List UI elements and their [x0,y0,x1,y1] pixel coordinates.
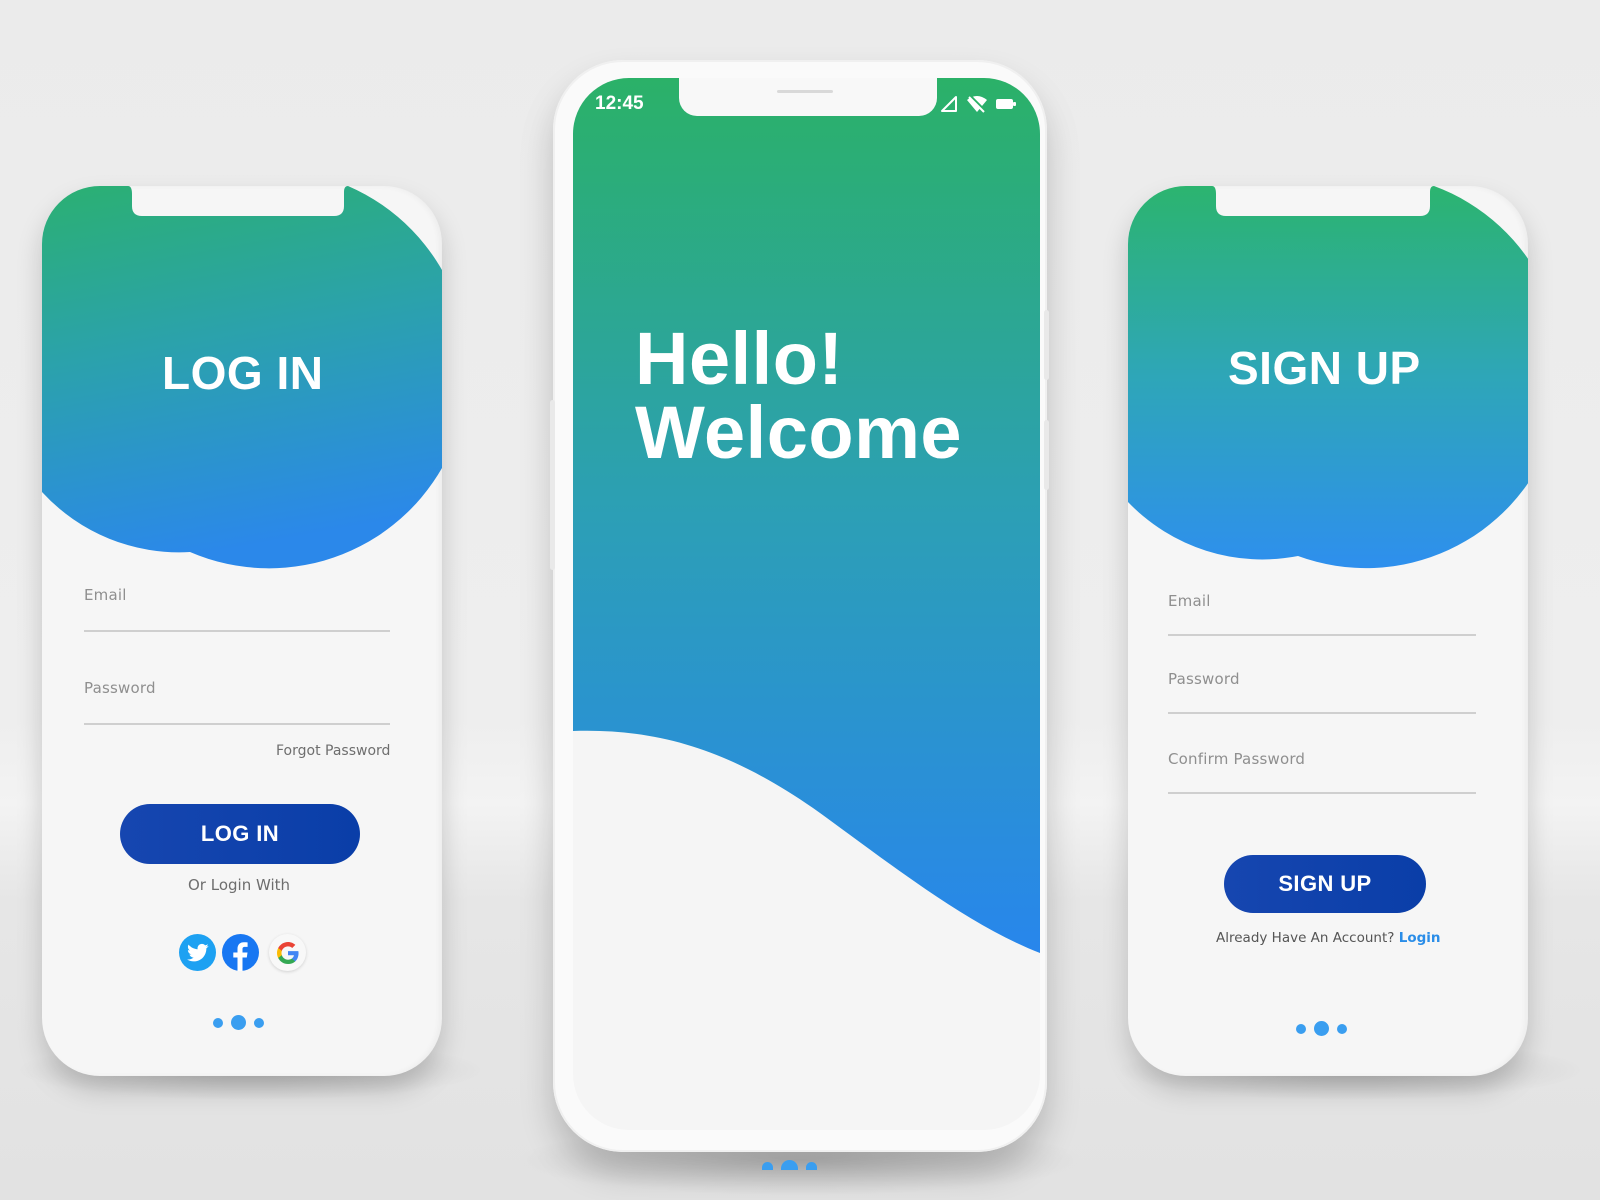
signup-page-indicator [1296,1021,1347,1036]
password-underline [1168,712,1476,714]
phone-notch [679,78,937,116]
page-dot[interactable] [762,1162,773,1170]
password-label: Password [84,679,156,697]
password-field[interactable]: Password [84,679,390,725]
email-field[interactable]: Email [1168,592,1476,636]
speaker-grille [777,90,833,93]
email-field[interactable]: Email [84,586,390,632]
facebook-icon [233,942,248,971]
twitter-icon [186,943,209,961]
google-icon [276,941,299,964]
confirm-password-underline [1168,792,1476,794]
page-dot-active[interactable] [781,1160,798,1170]
welcome-page-indicator [762,1160,817,1170]
status-time: 12:45 [595,93,644,114]
confirm-password-label: Confirm Password [1168,750,1306,768]
signal-icon [941,96,957,112]
volume-button [1044,420,1049,490]
facebook-login-button[interactable] [222,934,259,971]
social-login-row [179,934,306,971]
welcome-hero-shape [573,78,1040,953]
page-dot[interactable] [213,1017,223,1028]
login-button[interactable]: LOG IN [120,804,360,864]
battery-icon [996,99,1016,109]
page-dot[interactable] [806,1162,817,1170]
signup-button[interactable]: SIGN UP [1224,855,1426,913]
forgot-password-link[interactable]: Forgot Password [276,743,390,759]
headline-line-welcome: Welcome [635,391,963,474]
power-button [1044,310,1049,380]
headline-line-hello: Hello! [635,317,844,400]
password-label: Password [1168,670,1240,688]
password-underline [84,723,390,725]
email-label: Email [1168,592,1211,610]
login-phone: LOG IN Email Password Forgot Password LO… [42,186,442,1076]
email-underline [84,630,390,632]
login-page-indicator [213,1015,264,1030]
wifi-off-icon [967,95,987,113]
page-dot-active[interactable] [231,1015,246,1030]
page-dot[interactable] [254,1017,264,1028]
email-underline [1168,634,1476,636]
signup-phone: SIGN UP Email Password Confirm Password … [1128,186,1528,1076]
welcome-screen: 12:45 Hello! Welcome [573,78,1040,1130]
have-account-text: Already Have An Account? [1216,930,1395,946]
or-login-with-text: Or Login With [188,876,291,894]
login-link[interactable]: Login [1399,930,1441,946]
side-button [550,400,555,570]
page-dot-active[interactable] [1314,1021,1329,1036]
page-dot[interactable] [1296,1023,1306,1034]
email-label: Email [84,586,127,604]
welcome-phone: 12:45 Hello! Welcome [550,60,1049,1170]
welcome-headline: Hello! Welcome [635,322,962,470]
page-dot[interactable] [1337,1023,1347,1034]
confirm-password-field[interactable]: Confirm Password [1168,750,1476,794]
signup-title: SIGN UP [1228,342,1421,394]
twitter-login-button[interactable] [179,934,216,971]
google-login-button[interactable] [269,934,306,971]
password-field[interactable]: Password [1168,670,1476,714]
login-title: LOG IN [162,347,324,399]
status-icons [940,95,1016,113]
have-account-row: Already Have An Account? Login [1216,930,1441,946]
